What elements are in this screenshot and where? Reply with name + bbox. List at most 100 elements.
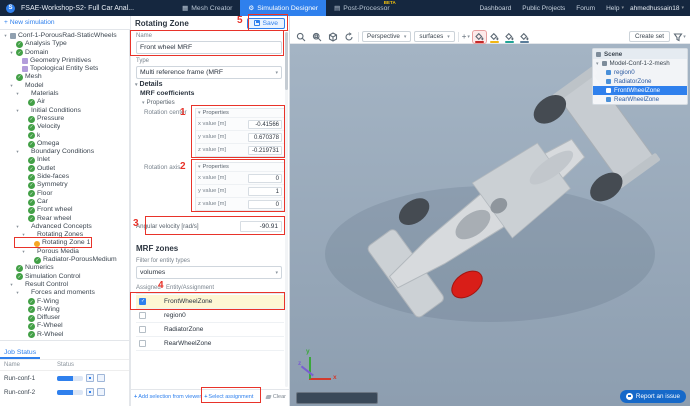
tree-item[interactable]: Radiator-PorousMedium: [0, 256, 129, 264]
scene-tree-item[interactable]: FrontWheelZone: [593, 86, 687, 95]
simscale-logo-icon[interactable]: S: [6, 4, 15, 13]
details-section-header[interactable]: ▾Details: [135, 81, 162, 88]
select-assignment-button[interactable]: + Select assignment: [204, 394, 253, 400]
tree-item[interactable]: ▾ Result Control: [0, 281, 129, 289]
tree-item[interactable]: ▾ Materials: [0, 90, 129, 98]
tree-item[interactable]: Side-faces: [0, 173, 129, 181]
top-nav-link[interactable]: Public Projects: [522, 5, 567, 12]
create-set-button[interactable]: Create set: [629, 31, 670, 42]
tree-item[interactable]: Front wheel: [0, 206, 129, 214]
viewer-filter-box[interactable]: [296, 392, 378, 404]
paint-bucket-icon[interactable]: [518, 31, 531, 43]
tree-item[interactable]: Air: [0, 98, 129, 106]
property-value-input[interactable]: 0: [248, 174, 282, 183]
tree-item[interactable]: R-Wing: [0, 306, 129, 314]
angular-velocity-input[interactable]: -90.91: [240, 221, 282, 232]
tree-item[interactable]: ▾ Porous Media: [0, 248, 129, 256]
add-selection-from-viewer-button[interactable]: + Add selection from viewer: [134, 394, 201, 400]
tree-item[interactable]: Floor: [0, 190, 129, 198]
tree-item[interactable]: ▾ Domain: [0, 49, 129, 57]
tree-item[interactable]: ▾ Rotating Zones: [0, 231, 129, 239]
name-field[interactable]: Front wheel MRF: [136, 41, 282, 54]
paint-bucket-icon[interactable]: [503, 31, 516, 43]
tree-item[interactable]: Rear wheel: [0, 215, 129, 223]
job-delete-icon[interactable]: [97, 374, 105, 382]
scene-tree-item[interactable]: RadiatorZone: [593, 77, 687, 86]
save-button[interactable]: Save: [247, 18, 286, 29]
tree-item[interactable]: Velocity: [0, 123, 129, 131]
tree-item[interactable]: F-Wing: [0, 298, 129, 306]
properties-header[interactable]: ▾Properties: [196, 109, 284, 117]
job-row[interactable]: Run-conf-2: [0, 385, 129, 399]
paint-bucket-icon[interactable]: [473, 31, 486, 43]
property-value-input[interactable]: 0: [248, 200, 282, 209]
tree-item[interactable]: ▾ Forces and moments: [0, 289, 129, 297]
tree-item[interactable]: Inlet: [0, 156, 129, 164]
tree-item[interactable]: F-Wheel: [0, 322, 129, 330]
tree-item[interactable]: Simulation Control: [0, 273, 129, 281]
tree-item[interactable]: k: [0, 132, 129, 140]
property-value-input[interactable]: 1: [248, 187, 282, 196]
tree-item[interactable]: Analysis Type: [0, 40, 129, 48]
viewer-filter-input[interactable]: [300, 395, 374, 401]
assignment-checkbox[interactable]: [139, 312, 146, 319]
workbench-tab[interactable]: Post-Processor BETA: [326, 0, 398, 16]
paint-bucket-icon[interactable]: [488, 31, 501, 43]
entity-filter-select[interactable]: volumes▾: [136, 266, 282, 279]
tree-item[interactable]: ▾ Boundary Conditions: [0, 148, 129, 156]
tree-item[interactable]: Geometry Primitives: [0, 57, 129, 65]
workbench-tab[interactable]: Mesh Creator: [174, 0, 240, 16]
tree-item[interactable]: Outlet: [0, 165, 129, 173]
top-nav-link[interactable]: Help▾: [606, 5, 624, 12]
zoom-window-icon[interactable]: [310, 31, 323, 43]
panel-scrollbar[interactable]: [285, 32, 288, 387]
clear-button[interactable]: Clear: [266, 394, 286, 400]
user-menu[interactable]: ahmedhussain18 ▾: [630, 5, 684, 12]
scene-tree-root[interactable]: Scene: [593, 49, 687, 59]
assignment-checkbox[interactable]: [139, 340, 146, 347]
tree-item[interactable]: Rotating Zone 1: [0, 239, 129, 247]
property-value-input[interactable]: 0.670378: [248, 133, 282, 142]
job-row[interactable]: Run-conf-1: [0, 371, 129, 385]
viewer-canvas[interactable]: Scene ▾ Model-Conf-1-2-mesh region0 Radi…: [290, 44, 690, 406]
assignment-checkbox[interactable]: [139, 326, 146, 333]
top-nav-link[interactable]: Dashboard: [479, 5, 513, 12]
property-value-input[interactable]: -0.41566: [248, 120, 282, 129]
render-mode-select[interactable]: surfaces▾: [414, 31, 454, 42]
tree-item[interactable]: ▾ Initial Conditions: [0, 107, 129, 115]
report-issue-button[interactable]: Report an issue: [620, 390, 686, 403]
add-view-icon[interactable]: +▾: [462, 32, 470, 41]
workbench-tab[interactable]: Simulation Designer: [240, 0, 326, 16]
assignment-row[interactable]: RearWheelZone: [136, 337, 284, 351]
projection-select[interactable]: Perspective▾: [362, 31, 411, 42]
job-delete-icon[interactable]: [97, 388, 105, 396]
job-action-icon[interactable]: [86, 374, 94, 382]
assignment-row[interactable]: RadiatorZone: [136, 323, 284, 337]
isometric-view-icon[interactable]: [326, 31, 339, 43]
assignment-row[interactable]: region0: [136, 309, 284, 323]
tree-item[interactable]: Symmetry: [0, 181, 129, 189]
top-nav-link[interactable]: Forum: [576, 5, 597, 12]
fit-view-icon[interactable]: [294, 31, 307, 43]
properties-header[interactable]: ▾Properties: [142, 99, 175, 106]
assignment-row[interactable]: FrontWheelZone: [136, 295, 284, 309]
tree-item[interactable]: Topological Entity Sets: [0, 65, 129, 73]
property-value-input[interactable]: -0.219731: [248, 146, 282, 155]
type-select[interactable]: Multi reference frame (MRF▾: [136, 66, 282, 79]
job-action-icon[interactable]: [86, 388, 94, 396]
new-simulation-button[interactable]: + New simulation: [4, 19, 55, 26]
tree-item[interactable]: Numerics: [0, 264, 129, 272]
tree-item[interactable]: Pressure: [0, 115, 129, 123]
reset-view-icon[interactable]: [342, 31, 355, 43]
tree-item[interactable]: Diffuser: [0, 314, 129, 322]
scene-tree-model[interactable]: ▾ Model-Conf-1-2-mesh: [593, 59, 687, 68]
tree-item[interactable]: ▾ Conf-1-PorousRad-StaticWheels: [0, 32, 129, 40]
tree-item[interactable]: Mesh: [0, 73, 129, 81]
tree-item[interactable]: ▾ Advanced Concepts: [0, 223, 129, 231]
scene-tree-item[interactable]: region0: [593, 68, 687, 77]
tree-item[interactable]: ▾ Model: [0, 82, 129, 90]
scene-tree-item[interactable]: RearWheelZone: [593, 95, 687, 104]
tree-item[interactable]: Omega: [0, 140, 129, 148]
tree-item[interactable]: Car: [0, 198, 129, 206]
filter-icon[interactable]: ▾: [673, 31, 686, 43]
